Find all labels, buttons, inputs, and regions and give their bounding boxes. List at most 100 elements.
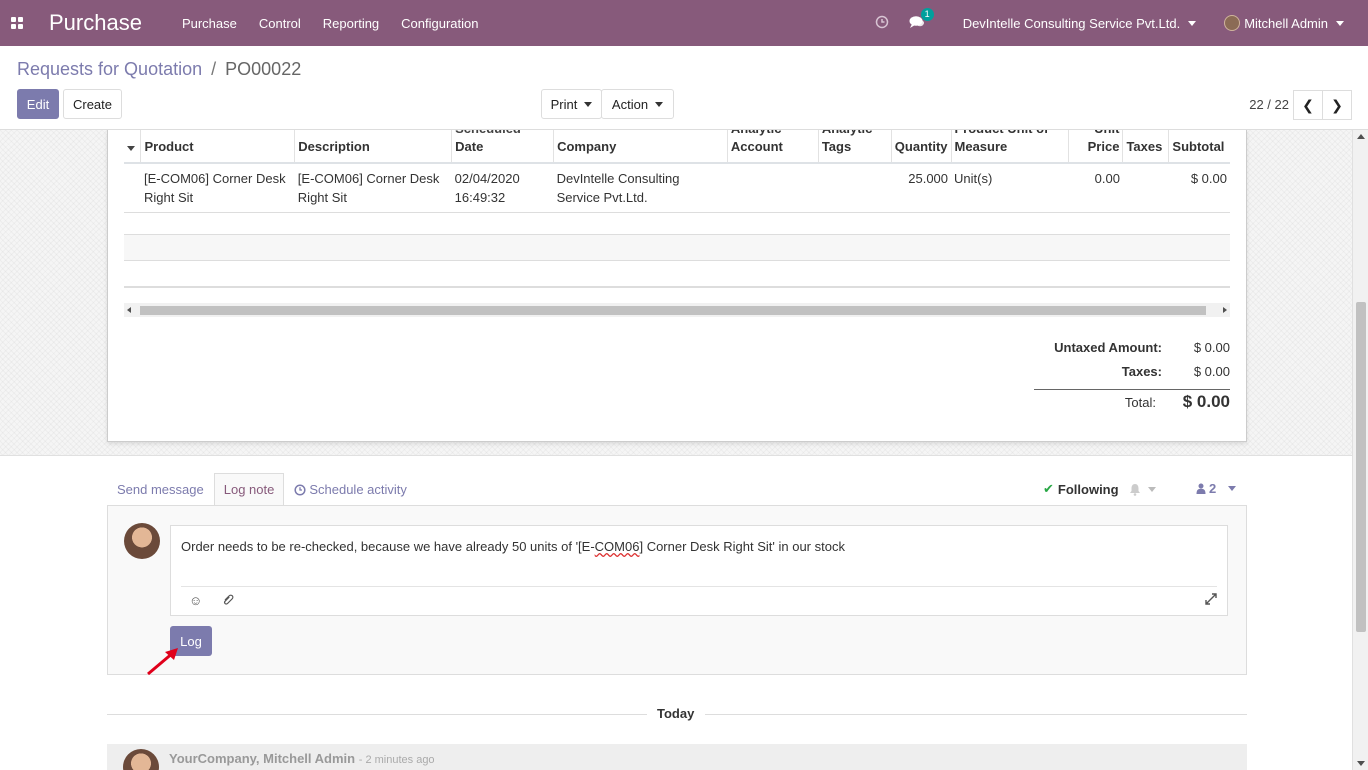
tab-send-message[interactable]: Send message xyxy=(107,473,214,506)
pager-previous-button[interactable]: ❮ xyxy=(1293,90,1323,120)
note-text[interactable]: Order needs to be re-checked, because we… xyxy=(181,539,845,554)
chat-count-badge: 1 xyxy=(920,7,934,21)
emoji-icon[interactable]: ☺ xyxy=(189,593,202,608)
expand-icon[interactable] xyxy=(1205,593,1217,608)
chevron-down-icon xyxy=(1336,20,1344,26)
print-label: Print xyxy=(550,96,578,112)
empty-row xyxy=(124,287,1230,288)
column-quantity[interactable]: Quantity xyxy=(890,130,952,164)
untaxed-row: Untaxed Amount: $ 0.00 xyxy=(1034,335,1230,359)
chevron-down-icon[interactable] xyxy=(1147,486,1156,492)
tab-log-note[interactable]: Log note xyxy=(213,473,285,506)
table-header-row: Product Description ScheduledDate Compan… xyxy=(124,130,1230,164)
print-dropdown-button[interactable]: Print xyxy=(541,89,602,119)
apps-grid-icon[interactable] xyxy=(0,0,34,46)
cell-line: [E-COM06] Corner Desk xyxy=(297,171,440,186)
column-company[interactable]: Company xyxy=(553,130,728,164)
scroll-up-icon[interactable] xyxy=(1357,134,1365,139)
scroll-thumb[interactable] xyxy=(140,306,1206,315)
breadcrumb-parent-link[interactable]: Requests for Quotation xyxy=(17,59,202,79)
cell-product: [E-COM06] Corner Desk Right Sit xyxy=(140,163,295,213)
attachment-icon[interactable] xyxy=(222,593,234,609)
cell-subtotal: $ 0.00 xyxy=(1168,163,1230,213)
column-uom[interactable]: Product Unit ofMeasure xyxy=(950,130,1069,164)
chatter: Send message Log note Schedule activity … xyxy=(0,455,1352,770)
composer-divider xyxy=(181,586,1217,587)
form-content: Product Description ScheduledDate Compan… xyxy=(0,130,1352,770)
scroll-left-icon[interactable] xyxy=(127,307,131,313)
column-product[interactable]: Product xyxy=(140,130,295,164)
vertical-scrollbar[interactable] xyxy=(1352,130,1368,770)
cell-line: Service Pvt.Ltd. xyxy=(556,190,648,205)
activity-clock-icon[interactable] xyxy=(875,15,889,32)
message-author[interactable]: YourCompany, Mitchell Admin - 2 minutes … xyxy=(169,751,435,766)
message-item: YourCompany, Mitchell Admin - 2 minutes … xyxy=(107,744,1247,770)
header-line: Price xyxy=(1087,139,1120,154)
breadcrumb: Requests for Quotation / PO00022 xyxy=(17,59,301,80)
note-text-part: ] Corner Desk Right Sit' in our stock xyxy=(639,539,845,554)
column-subtotal[interactable]: Subtotal xyxy=(1168,130,1230,164)
date-separator: Today xyxy=(107,706,1247,722)
pager-value[interactable]: 22 / 22 xyxy=(1249,97,1289,112)
column-taxes[interactable]: Taxes xyxy=(1122,130,1169,164)
taxes-label: Taxes: xyxy=(1121,363,1162,379)
action-label: Action xyxy=(611,96,649,112)
separator-line xyxy=(107,714,647,715)
column-analytic-tags[interactable]: AnalyticTags xyxy=(817,130,892,164)
control-panel: Requests for Quotation / PO00022 Edit Cr… xyxy=(0,46,1368,130)
menu-purchase[interactable]: Purchase xyxy=(182,16,237,31)
caret-down-icon xyxy=(655,101,664,107)
header-line: Tags xyxy=(821,139,852,154)
message-time: - 2 minutes ago xyxy=(358,754,435,766)
following-button[interactable]: ✔ Following xyxy=(1043,481,1156,497)
annotation-arrow-icon xyxy=(147,648,178,676)
header-line: Date xyxy=(455,139,484,154)
taxes-row: Taxes: $ 0.00 xyxy=(1034,359,1230,383)
sort-column-header[interactable] xyxy=(124,130,141,164)
cell-company: DevIntelle Consulting Service Pvt.Ltd. xyxy=(553,163,728,213)
avatar xyxy=(123,749,159,770)
top-navbar: Purchase Purchase Control Reporting Conf… xyxy=(0,0,1368,46)
header-line: Analytic xyxy=(731,130,815,138)
menu-reporting[interactable]: Reporting xyxy=(323,16,379,31)
log-note-composer: Order needs to be re-checked, because we… xyxy=(107,506,1247,676)
cell-line: 16:49:32 xyxy=(454,190,506,205)
column-description[interactable]: Description xyxy=(294,130,452,164)
avatar xyxy=(1224,15,1241,31)
cell-taxes xyxy=(1122,163,1169,213)
note-text-part: Order needs to be re-checked, because we… xyxy=(181,539,595,554)
scroll-right-icon[interactable] xyxy=(1223,307,1227,313)
user-menu[interactable]: Mitchell Admin xyxy=(1224,15,1344,31)
chevron-left-icon: ❮ xyxy=(1302,96,1314,113)
company-switcher[interactable]: DevIntelle Consulting Service Pvt.Ltd. xyxy=(963,16,1197,31)
untaxed-label: Untaxed Amount: xyxy=(1054,339,1162,355)
menu-control[interactable]: Control xyxy=(259,16,301,31)
bell-icon[interactable] xyxy=(1129,483,1141,496)
separator-line xyxy=(705,714,1247,715)
edit-button[interactable]: Edit xyxy=(17,89,59,119)
column-scheduled-date[interactable]: ScheduledDate xyxy=(451,130,554,164)
cell-line: 02/04/2020 xyxy=(454,171,520,186)
column-analytic-account[interactable]: AnalyticAccount xyxy=(726,130,819,164)
scroll-down-icon[interactable] xyxy=(1357,761,1365,766)
chevron-down-icon xyxy=(1228,486,1237,491)
note-input[interactable]: Order needs to be re-checked, because we… xyxy=(170,525,1228,616)
cell-scheduled-date: 02/04/2020 16:49:32 xyxy=(451,163,554,213)
app-name[interactable]: Purchase xyxy=(49,10,142,36)
total-value: $ 0.00 xyxy=(1182,392,1230,411)
cell-analytic-tags xyxy=(818,163,892,213)
chatter-tabs: Send message Log note Schedule activity xyxy=(107,473,417,506)
scroll-thumb[interactable] xyxy=(1356,302,1366,632)
pager-next-button[interactable]: ❯ xyxy=(1322,90,1352,120)
empty-row xyxy=(124,261,1230,287)
table-row[interactable]: [E-COM06] Corner Desk Right Sit [E-COM06]… xyxy=(124,163,1230,213)
horizontal-scrollbar[interactable] xyxy=(124,303,1230,317)
chat-icon[interactable]: 1 xyxy=(909,7,934,32)
followers-button[interactable]: 2 xyxy=(1196,481,1237,496)
create-button[interactable]: Create xyxy=(63,89,122,119)
column-unit-price[interactable]: UnitPrice xyxy=(1068,130,1123,164)
menu-configuration[interactable]: Configuration xyxy=(401,16,478,31)
tab-schedule-activity[interactable]: Schedule activity xyxy=(284,473,417,506)
company-name: DevIntelle Consulting Service Pvt.Ltd. xyxy=(962,15,1181,31)
action-dropdown-button[interactable]: Action xyxy=(601,89,674,119)
